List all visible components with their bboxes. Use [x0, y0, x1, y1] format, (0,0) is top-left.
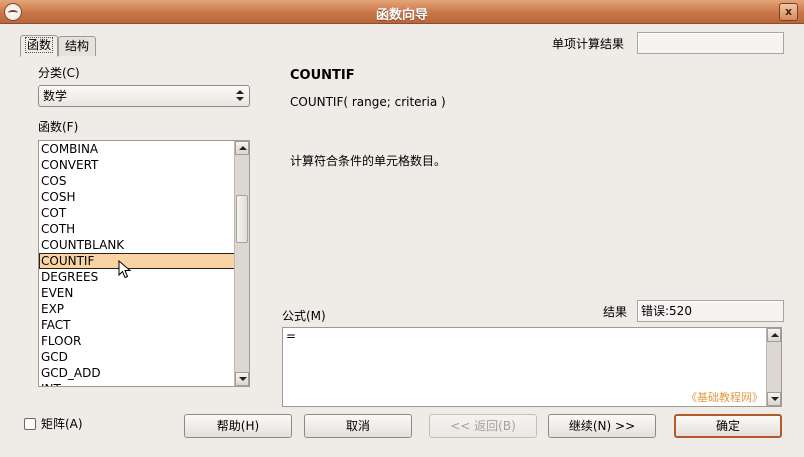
- combo-arrows-icon: [235, 88, 244, 104]
- function-list-item[interactable]: DEGREES: [39, 269, 235, 285]
- function-name: COUNTIF: [290, 68, 355, 83]
- category-value: 数学: [43, 89, 68, 103]
- mouse-cursor-icon: [118, 260, 132, 279]
- functions-list-items: COMBINA CONVERT COS COSH COT COTH COUNTBLANK CO…: [39, 141, 235, 386]
- function-list-item[interactable]: INT: [39, 381, 235, 386]
- scroll-up-icon[interactable]: [235, 141, 249, 155]
- functions-label: 函数(F): [38, 120, 79, 134]
- formula-scroll-up-icon[interactable]: [767, 328, 781, 342]
- window-title: 函数向导: [375, 8, 428, 23]
- next-button[interactable]: 继续(N) >>: [548, 414, 656, 438]
- function-list-item[interactable]: COUNTBLANK: [39, 237, 235, 253]
- function-list-item[interactable]: COSH: [39, 189, 235, 205]
- function-description: 计算符合条件的单元格数目。: [290, 154, 447, 168]
- result-field: 错误:520: [637, 300, 784, 322]
- function-list-item[interactable]: EVEN: [39, 285, 235, 301]
- scroll-down-icon[interactable]: [235, 372, 249, 386]
- help-button[interactable]: 帮助(H): [184, 414, 292, 438]
- ok-button[interactable]: 确定: [674, 414, 782, 438]
- matrix-checkbox[interactable]: [24, 418, 36, 430]
- back-button[interactable]: << 返回(B): [429, 414, 537, 438]
- function-list-item[interactable]: COS: [39, 173, 235, 189]
- functions-list[interactable]: COMBINA CONVERT COS COSH COT COTH COUNTBLANK CO…: [38, 140, 250, 387]
- formula-text: =: [286, 329, 297, 343]
- function-list-item[interactable]: GCD: [39, 349, 235, 365]
- category-label-text: 分类(C): [38, 66, 80, 80]
- functions-scrollbar[interactable]: [234, 141, 249, 386]
- function-list-item[interactable]: COUNTIF: [39, 253, 235, 269]
- function-list-item[interactable]: EXP: [39, 301, 235, 317]
- function-list-item[interactable]: COMBINA: [39, 141, 235, 157]
- tab-functions-label: 函数: [24, 37, 53, 53]
- function-list-item[interactable]: COT: [39, 205, 235, 221]
- single-result-field: [637, 32, 784, 54]
- cancel-button[interactable]: 取消: [304, 414, 412, 438]
- scroll-thumb[interactable]: [236, 195, 248, 243]
- formula-scroll-down-icon[interactable]: [767, 392, 781, 406]
- title-bar: 函数向导 x: [0, 0, 804, 24]
- category-select[interactable]: 数学: [38, 85, 250, 107]
- tab-functions[interactable]: 函数: [20, 35, 58, 57]
- formula-label: 公式(M): [282, 309, 326, 323]
- function-list-item[interactable]: FACT: [39, 317, 235, 333]
- single-result-label: 单项计算结果: [552, 37, 625, 51]
- function-list-item[interactable]: GCD_ADD: [39, 365, 235, 381]
- function-syntax: COUNTIF( range; criteria ): [290, 95, 446, 109]
- matrix-label: 矩阵(A): [41, 417, 83, 431]
- category-label: 分类(C): [38, 64, 80, 81]
- function-list-item[interactable]: COTH: [39, 221, 235, 237]
- result-label: 结果: [603, 305, 628, 319]
- watermark: 《基础教程网》: [686, 391, 763, 404]
- function-list-item[interactable]: CONVERT: [39, 157, 235, 173]
- tab-structure[interactable]: 结构: [58, 36, 96, 56]
- close-button[interactable]: x: [779, 3, 798, 21]
- formula-scrollbar[interactable]: [766, 328, 781, 406]
- function-list-item[interactable]: FLOOR: [39, 333, 235, 349]
